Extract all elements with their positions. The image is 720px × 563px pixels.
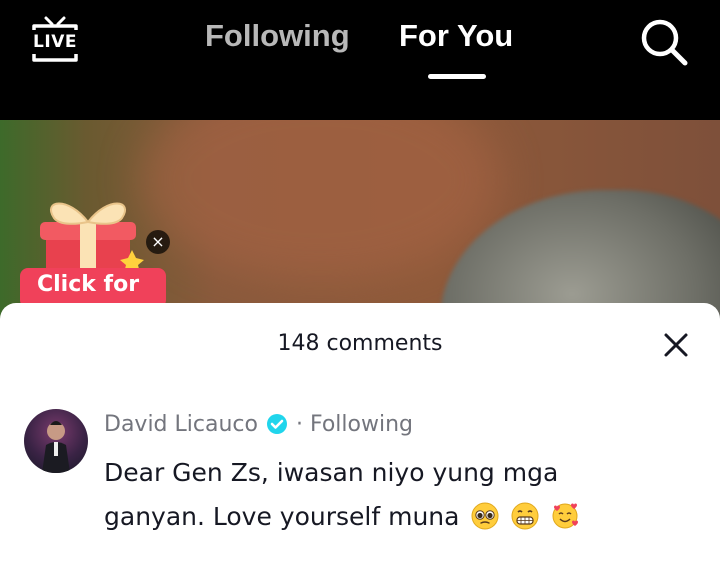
search-icon[interactable] [638,16,690,68]
comment-header: David Licauco · Following [104,409,413,439]
comments-sheet: 148 comments David Licauco · Following D… [0,303,720,563]
live-label: LIVE [33,32,77,52]
tab-following[interactable]: Following [205,18,350,54]
comment-username[interactable]: David Licauco [104,412,258,437]
comment-body: Dear Gen Zs, iwasan niyo yung mga ganyan… [104,451,624,539]
promo-close-button[interactable]: × [146,230,170,254]
pleading-face-icon [471,502,499,530]
comments-count: 148 comments [277,331,443,356]
tab-for-you[interactable]: For You [399,18,513,54]
smiling-face-with-hearts-icon [552,503,579,529]
avatar-image [42,421,70,473]
live-button[interactable]: LIVE [28,14,82,66]
top-navigation-bar: LIVE Following For You [0,0,720,120]
grimacing-face-icon [511,502,539,530]
avatar[interactable] [24,409,88,473]
close-icon[interactable] [660,329,692,361]
video-background [140,120,500,280]
active-tab-indicator [428,74,486,79]
verified-badge-icon [266,414,287,434]
following-status: · Following [295,411,413,437]
promo-label[interactable]: Click for [20,268,166,308]
